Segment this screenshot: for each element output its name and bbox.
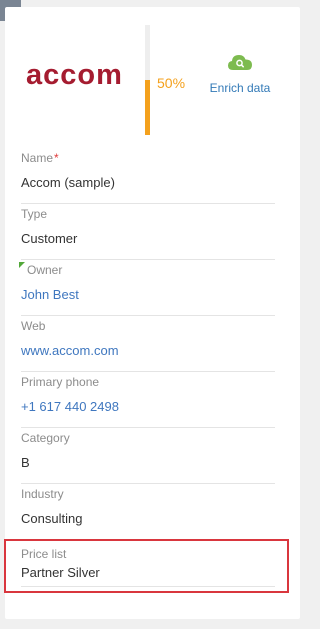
field-value: Consulting [21,511,83,526]
enrich-data-label: Enrich data [209,81,271,95]
field-type[interactable]: Type Customer [21,204,275,260]
field-label: Industry [21,487,64,501]
owner-link[interactable]: John Best [21,287,79,302]
owner-indicator-icon [19,262,25,268]
field-web[interactable]: Web www.accom.com [21,316,275,372]
price-list-value[interactable]: Partner Silver [21,565,100,580]
price-list-label: Price list [21,547,67,561]
field-value: Accom (sample) [21,175,115,190]
field-category[interactable]: Category B [21,428,275,484]
web-link[interactable]: www.accom.com [21,343,119,358]
field-label: Web [21,319,46,333]
phone-link[interactable]: +1 617 440 2498 [21,399,119,414]
field-primary-phone[interactable]: Primary phone +1 617 440 2498 [21,372,275,428]
field-label: Primary phone [21,375,100,389]
completeness-label: 50% [157,75,186,91]
profile-header: accom 50% Enrich data [5,7,300,142]
field-owner[interactable]: Owner John Best [19,260,275,316]
field-value: Customer [21,231,78,246]
field-industry[interactable]: Industry Consulting [21,484,275,540]
field-label: Type [21,207,48,221]
enrich-data-button[interactable]: Enrich data [205,52,275,95]
cloud-search-icon [228,55,252,70]
completeness-bar [145,25,150,135]
field-value: B [21,455,30,470]
field-name[interactable]: Name* Accom (sample) [21,148,275,204]
price-list-divider [21,586,275,587]
required-marker: * [54,151,59,165]
field-label: Name* [21,151,59,165]
field-label: Category [21,431,70,445]
account-logo: accom [26,59,123,91]
completeness-bar-fill [145,80,150,135]
account-fields: Name* Accom (sample) Type Customer Owner… [19,148,275,540]
field-label: Owner [27,263,63,277]
